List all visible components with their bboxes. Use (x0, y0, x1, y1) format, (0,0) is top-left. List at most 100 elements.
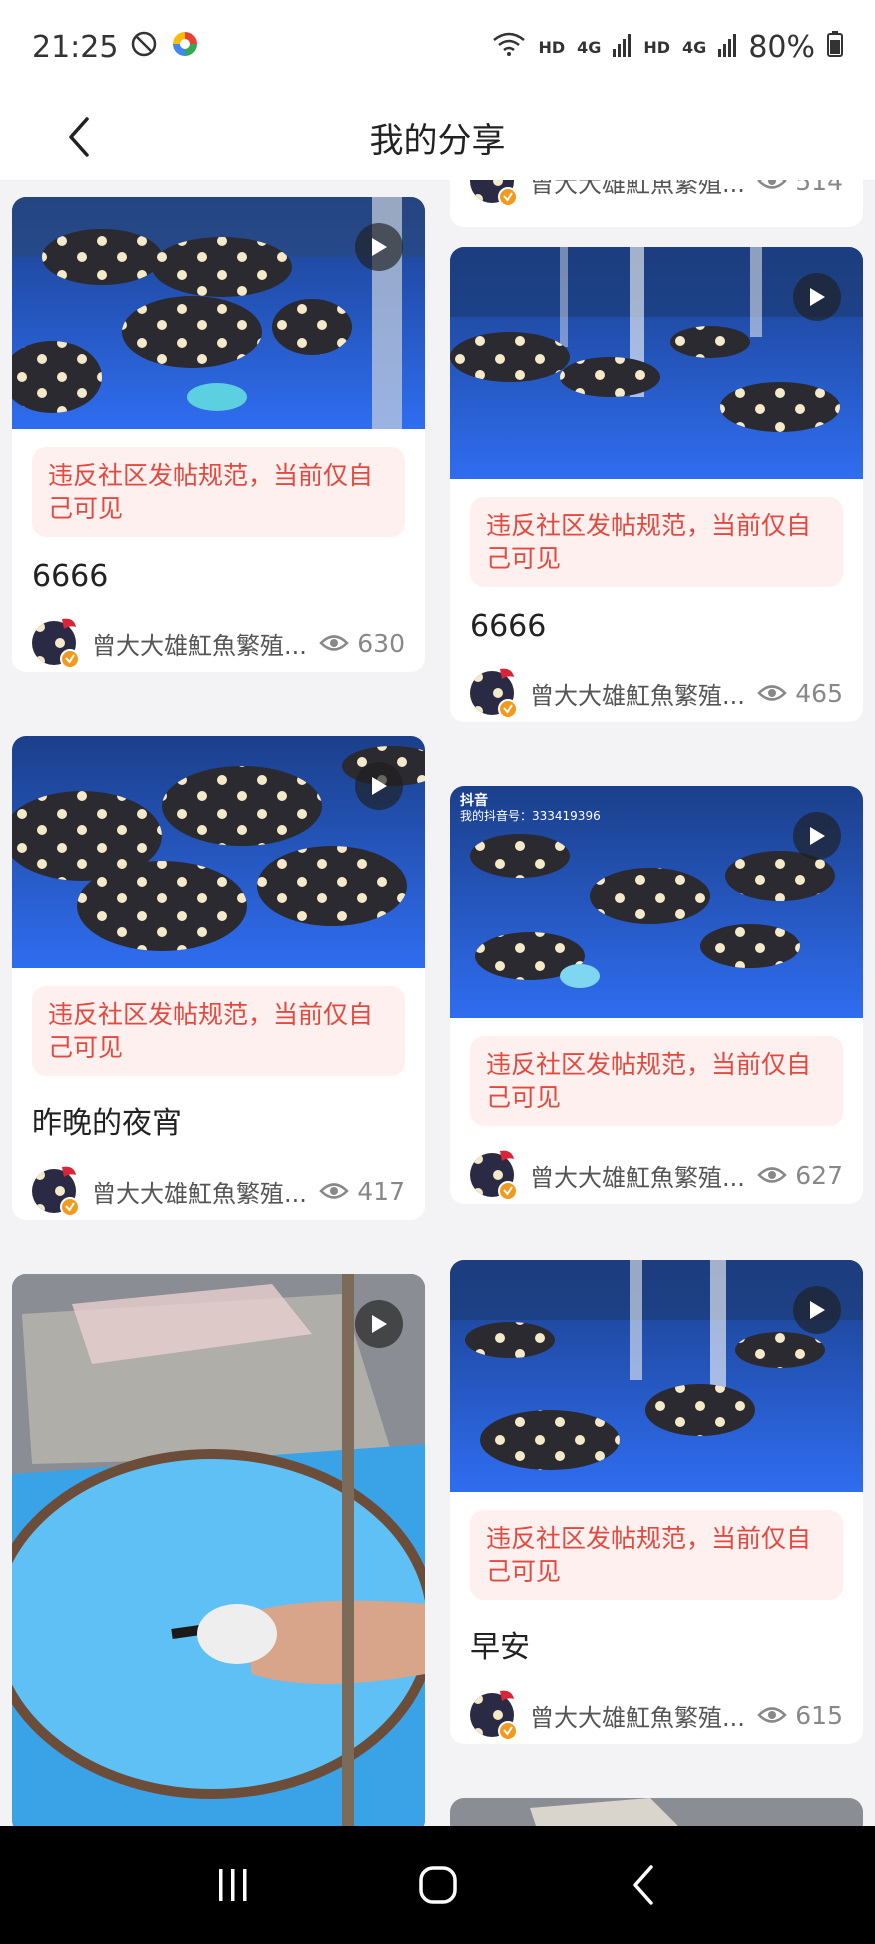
post-caption: 昨晚的夜宵 (32, 1106, 182, 1141)
view-count-value: 627 (795, 1160, 843, 1190)
post-feed[interactable]: 违反社区发帖规范，当前仅自己可见 6666 曾大大雄魟魚繁殖... 630 违反… (0, 180, 875, 1826)
author-avatar[interactable] (468, 667, 520, 719)
post-caption: 早安 (470, 1630, 530, 1665)
watermark-id: 我的抖音号：333419396 (460, 809, 601, 823)
post-thumbnail[interactable]: 抖音 我的抖音号：333419396 (450, 786, 863, 1018)
play-icon (355, 762, 403, 810)
signal-icon (718, 30, 737, 65)
verified-badge-icon (498, 187, 518, 207)
post-meta: 曾大大雄魟魚繁殖... 627 (468, 1146, 843, 1204)
post-meta: 曾大大雄魟魚繁殖... 465 (468, 664, 843, 722)
view-count-value: 465 (795, 678, 843, 708)
view-count: 417 (319, 1177, 405, 1206)
view-count: 627 (757, 1161, 843, 1190)
post-card[interactable]: 违反社区发帖规范，当前仅自己可见 早安 曾大大雄魟魚繁殖... 615 (450, 1260, 863, 1744)
back-button[interactable] (54, 111, 104, 163)
play-icon (793, 273, 841, 321)
battery-percent: 80% (748, 30, 815, 65)
battery-icon (827, 30, 843, 65)
view-count-value: 630 (357, 628, 405, 658)
post-thumbnail[interactable] (12, 197, 425, 429)
page-title: 我的分享 (369, 121, 506, 161)
post-thumbnail[interactable] (450, 1798, 863, 1826)
post-meta: 曾大大雄魟魚繁殖... 514 (468, 180, 843, 210)
view-count-value: 417 (357, 1176, 405, 1206)
view-count: 514 (757, 180, 843, 196)
post-card[interactable]: 违反社区发帖规范，当前仅自己可见 6666 曾大大雄魟魚繁殖... 630 (12, 197, 425, 672)
view-count: 615 (757, 1701, 843, 1730)
back-nav-button[interactable] (613, 1855, 673, 1915)
status-time: 21:25 (32, 30, 119, 65)
back-nav-icon (632, 1865, 653, 1905)
author-avatar[interactable] (30, 1165, 82, 1217)
eye-icon (757, 180, 788, 189)
video-watermark: 抖音 我的抖音号：333419396 (460, 794, 601, 824)
eye-icon (757, 685, 788, 701)
watermark-app: 抖音 (460, 793, 488, 809)
eye-icon (319, 1183, 350, 1199)
top-navigation-bar: 我的分享 (0, 95, 875, 181)
violation-warning: 违反社区发帖规范，当前仅自己可见 (470, 497, 843, 587)
post-card[interactable]: 曾大大雄魟魚繁殖... 514 (450, 180, 863, 227)
author-name[interactable]: 曾大大雄魟魚繁殖... (530, 180, 755, 199)
home-button[interactable] (408, 1855, 468, 1915)
eye-icon (319, 635, 350, 651)
view-count: 630 (319, 629, 405, 658)
post-meta: 曾大大雄魟魚繁殖... 615 (468, 1686, 843, 1744)
author-name[interactable]: 曾大大雄魟魚繁殖... (530, 1158, 755, 1193)
violation-warning: 违反社区发帖规范，当前仅自己可见 (32, 986, 405, 1076)
home-icon (418, 1866, 457, 1904)
post-thumbnail[interactable] (12, 1274, 425, 1826)
violation-warning: 违反社区发帖规范，当前仅自己可见 (470, 1036, 843, 1126)
verified-badge-icon (498, 699, 518, 719)
verified-badge-icon (60, 649, 80, 669)
hd-label-2: HD (643, 38, 671, 57)
view-count-value: 615 (795, 1700, 843, 1730)
status-bar: 21:25 HD 4G HD 4G 80% (0, 0, 875, 95)
system-navigation-bar (0, 1826, 875, 1944)
post-thumbnail[interactable] (450, 1260, 863, 1492)
back-chevron-icon (69, 117, 89, 157)
verified-badge-icon (60, 1197, 80, 1217)
post-meta: 曾大大雄魟魚繁殖... 630 (30, 614, 405, 672)
author-avatar[interactable] (468, 180, 520, 207)
signal-icon (613, 30, 632, 65)
view-count-value: 514 (795, 180, 843, 196)
author-avatar[interactable] (30, 617, 82, 669)
author-avatar[interactable] (468, 1149, 520, 1201)
verified-badge-icon (498, 1721, 518, 1741)
hd-label-1: HD (538, 38, 566, 57)
do-not-disturb-icon (130, 30, 158, 66)
author-avatar[interactable] (468, 1689, 520, 1741)
author-name[interactable]: 曾大大雄魟魚繁殖... (92, 626, 317, 661)
author-name[interactable]: 曾大大雄魟魚繁殖... (530, 1698, 755, 1733)
post-thumbnail[interactable] (450, 247, 863, 479)
recent-apps-button[interactable] (203, 1855, 263, 1915)
author-name[interactable]: 曾大大雄魟魚繁殖... (92, 1174, 317, 1209)
wifi-icon (492, 30, 526, 65)
post-caption: 6666 (470, 609, 547, 644)
eye-icon (757, 1707, 788, 1723)
post-caption: 6666 (32, 559, 109, 594)
network-label-1: 4G (577, 38, 602, 57)
play-icon (355, 1300, 403, 1348)
post-thumbnail[interactable] (12, 736, 425, 968)
post-card[interactable]: 抖音 我的抖音号：333419396 违反社区发帖规范，当前仅自己可见 曾大大雄… (450, 786, 863, 1204)
post-card[interactable] (450, 1798, 863, 1826)
eye-icon (757, 1167, 788, 1183)
network-label-2: 4G (682, 38, 707, 57)
view-count: 465 (757, 679, 843, 708)
post-card[interactable] (12, 1274, 425, 1826)
verified-badge-icon (498, 1181, 518, 1201)
post-card[interactable]: 违反社区发帖规范，当前仅自己可见 6666 曾大大雄魟魚繁殖... 465 (450, 247, 863, 722)
app-notification-icon (170, 29, 200, 67)
post-meta: 曾大大雄魟魚繁殖... 417 (30, 1162, 405, 1220)
violation-warning: 违反社区发帖规范，当前仅自己可见 (32, 447, 405, 537)
recent-apps-icon (218, 1869, 246, 1901)
violation-warning: 违反社区发帖规范，当前仅自己可见 (470, 1510, 843, 1600)
play-icon (793, 1286, 841, 1334)
play-icon (355, 223, 403, 271)
author-name[interactable]: 曾大大雄魟魚繁殖... (530, 676, 755, 711)
post-card[interactable]: 违反社区发帖规范，当前仅自己可见 昨晚的夜宵 曾大大雄魟魚繁殖... 417 (12, 736, 425, 1220)
play-icon (793, 812, 841, 860)
